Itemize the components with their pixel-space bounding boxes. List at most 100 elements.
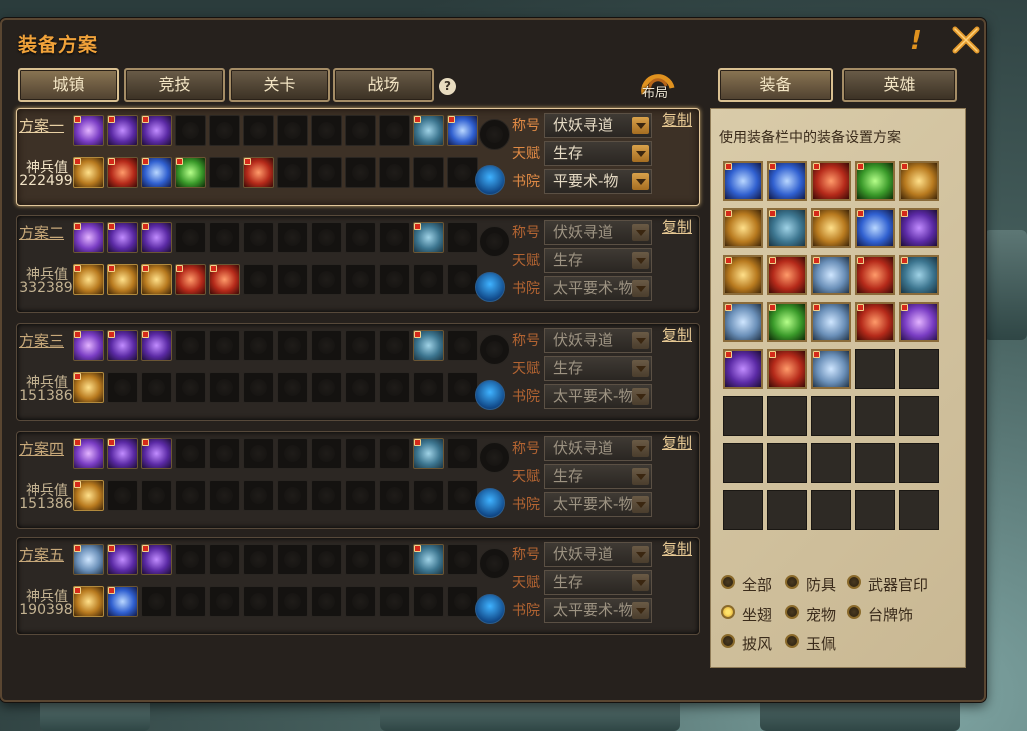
equipment-slot[interactable]: [107, 544, 138, 575]
equipment-slot[interactable]: [73, 157, 104, 188]
academy-select[interactable]: 平要术-物: [544, 169, 652, 194]
equipment-slot[interactable]: [73, 586, 104, 617]
tab-battlefield[interactable]: 战场: [333, 68, 434, 102]
equipment-slot[interactable]: [345, 480, 376, 511]
chevron-down-icon[interactable]: [632, 145, 649, 162]
academy-select[interactable]: 太平要术-物: [544, 598, 652, 623]
inventory-item[interactable]: [855, 255, 895, 295]
inventory-slot-empty[interactable]: [899, 396, 939, 436]
talent-select[interactable]: 生存: [544, 141, 652, 166]
inventory-item[interactable]: [723, 208, 763, 248]
chevron-down-icon[interactable]: [632, 360, 649, 377]
equipment-slot[interactable]: [175, 157, 206, 188]
title-select[interactable]: 伏妖寻道: [544, 436, 652, 461]
radio-button-icon[interactable]: [721, 605, 735, 619]
chevron-down-icon[interactable]: [632, 574, 649, 591]
equipment-slot[interactable]: [447, 330, 478, 361]
equipment-slot[interactable]: [175, 330, 206, 361]
equipment-slot[interactable]: [175, 544, 206, 575]
academy-select[interactable]: 太平要术-物: [544, 492, 652, 517]
equipment-slot[interactable]: [243, 157, 274, 188]
inventory-slot-empty[interactable]: [899, 443, 939, 483]
equipment-slot[interactable]: [141, 157, 172, 188]
equipment-slot[interactable]: [447, 480, 478, 511]
equipment-slot[interactable]: [277, 544, 308, 575]
equipment-slot[interactable]: [243, 438, 274, 469]
equipment-slot[interactable]: [107, 115, 138, 146]
academy-select[interactable]: 太平要术-物: [544, 276, 652, 301]
inventory-item[interactable]: [899, 208, 939, 248]
equipment-slot[interactable]: [243, 372, 274, 403]
inventory-slot-empty[interactable]: [723, 443, 763, 483]
equipment-slot[interactable]: [345, 544, 376, 575]
plan-name[interactable]: 方案一: [19, 115, 64, 136]
equipment-slot[interactable]: [447, 157, 478, 188]
equipment-slot[interactable]: [277, 222, 308, 253]
inventory-slot-empty[interactable]: [811, 443, 851, 483]
chevron-down-icon[interactable]: [632, 440, 649, 457]
inventory-slot-empty[interactable]: [767, 396, 807, 436]
inventory-slot-empty[interactable]: [899, 490, 939, 530]
academy-select[interactable]: 太平要术-物: [544, 384, 652, 409]
equipment-slot[interactable]: [107, 372, 138, 403]
equipment-slot[interactable]: [209, 330, 240, 361]
radio-button-icon[interactable]: [721, 575, 735, 589]
equipment-slot[interactable]: [243, 480, 274, 511]
plan-name[interactable]: 方案五: [19, 544, 64, 565]
equipment-slot[interactable]: [277, 157, 308, 188]
radio-button-icon[interactable]: [721, 634, 735, 648]
equipment-slot[interactable]: [73, 222, 104, 253]
help-icon[interactable]: ?: [439, 78, 456, 95]
inventory-item[interactable]: [855, 161, 895, 201]
radio-button-icon[interactable]: [847, 575, 861, 589]
copy-button[interactable]: 复制: [662, 216, 692, 237]
equipment-slot[interactable]: [209, 586, 240, 617]
plan-row[interactable]: 方案四 神兵值 151386 称号 天赋 书院 伏妖寻道 生存 太平要术-物 复制: [16, 431, 700, 529]
equipment-slot[interactable]: [141, 264, 172, 295]
inventory-item[interactable]: [723, 349, 763, 389]
equipment-slot[interactable]: [311, 544, 342, 575]
equipment-slot[interactable]: [311, 372, 342, 403]
equipment-slot[interactable]: [479, 119, 510, 150]
equipment-slot[interactable]: [379, 330, 410, 361]
copy-button[interactable]: 复制: [662, 109, 692, 130]
equipment-slot[interactable]: [345, 222, 376, 253]
equipment-slot[interactable]: [141, 330, 172, 361]
equipment-slot[interactable]: [73, 438, 104, 469]
radio-button-icon[interactable]: [847, 605, 861, 619]
equipment-slot[interactable]: [379, 157, 410, 188]
inventory-slot-empty[interactable]: [811, 490, 851, 530]
equipment-slot[interactable]: [447, 586, 478, 617]
equipment-slot[interactable]: [413, 480, 444, 511]
equipment-slot[interactable]: [413, 115, 444, 146]
academy-bowl-icon[interactable]: [475, 488, 505, 518]
equipment-slot[interactable]: [107, 586, 138, 617]
inventory-slot-empty[interactable]: [855, 443, 895, 483]
equipment-slot[interactable]: [107, 438, 138, 469]
equipment-slot[interactable]: [413, 330, 444, 361]
inventory-slot-empty[interactable]: [855, 396, 895, 436]
equipment-slot[interactable]: [209, 157, 240, 188]
equipment-slot[interactable]: [209, 115, 240, 146]
equipment-slot[interactable]: [379, 480, 410, 511]
inventory-slot-empty[interactable]: [811, 396, 851, 436]
equipment-slot[interactable]: [311, 586, 342, 617]
equipment-slot[interactable]: [209, 372, 240, 403]
equipment-slot[interactable]: [311, 157, 342, 188]
plan-name[interactable]: 方案三: [19, 330, 64, 351]
equipment-slot[interactable]: [345, 330, 376, 361]
equipment-slot[interactable]: [277, 372, 308, 403]
talent-select[interactable]: 生存: [544, 356, 652, 381]
equipment-slot[interactable]: [345, 115, 376, 146]
equipment-slot[interactable]: [311, 438, 342, 469]
equipment-slot[interactable]: [175, 222, 206, 253]
chevron-down-icon[interactable]: [632, 252, 649, 269]
equipment-slot[interactable]: [107, 157, 138, 188]
equipment-slot[interactable]: [345, 157, 376, 188]
title-select[interactable]: 伏妖寻道: [544, 220, 652, 245]
equipment-slot[interactable]: [73, 115, 104, 146]
inventory-item[interactable]: [811, 161, 851, 201]
inventory-item[interactable]: [767, 349, 807, 389]
chevron-down-icon[interactable]: [632, 173, 649, 190]
inventory-item[interactable]: [811, 255, 851, 295]
